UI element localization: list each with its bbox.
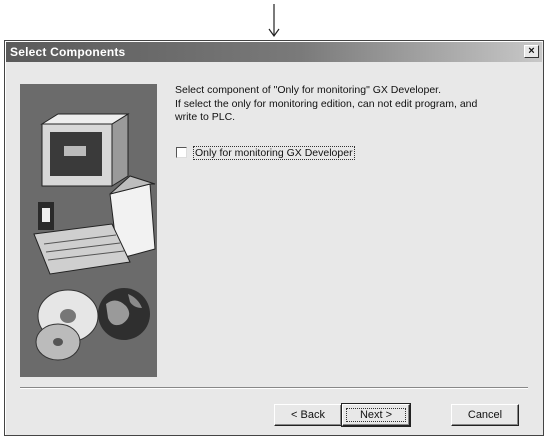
- dialog-title: Select Components: [10, 45, 126, 59]
- next-button[interactable]: Next >: [341, 403, 411, 427]
- instruction-line-2: If select the only for monitoring editio…: [175, 97, 478, 110]
- separator-line: [20, 387, 528, 389]
- globe-shape: [98, 288, 150, 340]
- next-button-label: Next >: [343, 405, 409, 425]
- monitoring-only-label[interactable]: Only for monitoring GX Developer: [193, 146, 355, 160]
- close-button[interactable]: ×: [524, 45, 539, 58]
- cancel-button-label: Cancel: [467, 409, 503, 421]
- close-icon: ×: [528, 45, 535, 57]
- title-bar[interactable]: Select Components ×: [6, 42, 542, 62]
- instruction-text: Select component of "Only for monitoring…: [175, 84, 535, 125]
- cancel-button[interactable]: Cancel: [451, 404, 519, 426]
- select-components-dialog: Select Components × Select component of …: [4, 40, 544, 436]
- down-arrow-icon: [268, 4, 280, 38]
- back-button[interactable]: < Back: [274, 404, 342, 426]
- monitoring-only-checkbox[interactable]: [176, 147, 187, 158]
- monitor-shape: [40, 113, 130, 187]
- instruction-line-1: Select component of "Only for monitoring…: [175, 84, 442, 96]
- computer-and-discs-illustration: [20, 84, 157, 377]
- instruction-line-3: write to PLC.: [175, 111, 236, 123]
- back-button-label: < Back: [291, 409, 325, 421]
